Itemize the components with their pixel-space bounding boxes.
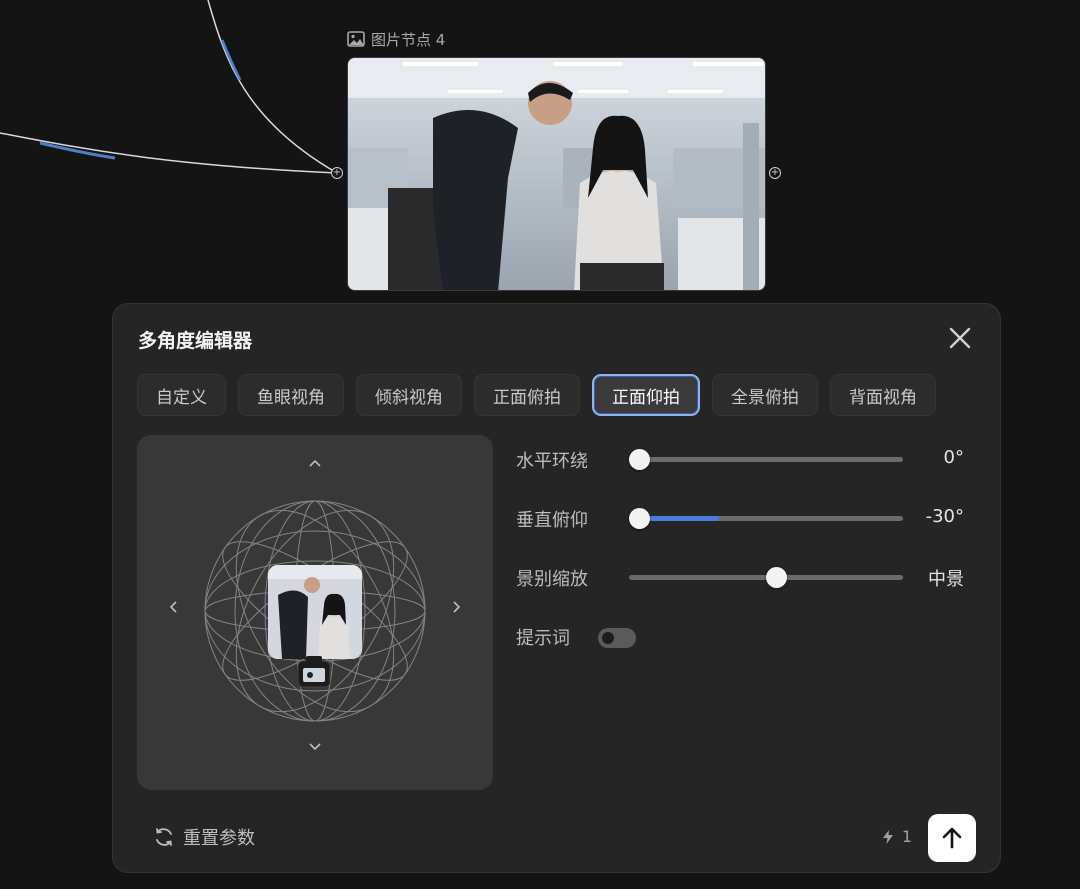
chevron-down-icon[interactable] [307, 741, 323, 753]
angle-preset-tabs: 自定义 鱼眼视角 倾斜视角 正面俯拍 正面仰拍 全景俯拍 背面视角 [137, 374, 936, 416]
tab-custom[interactable]: 自定义 [137, 374, 226, 416]
shot-zoom-control: 景别缩放 中景 [516, 561, 986, 591]
prompt-control: 提示词 [516, 620, 986, 650]
slider-knob[interactable] [766, 567, 787, 588]
image-node-preview[interactable] [347, 57, 766, 291]
lightning-icon [882, 829, 893, 844]
refresh-icon [156, 828, 172, 846]
shot-zoom-slider[interactable] [629, 567, 903, 588]
tab-front-low-angle[interactable]: 正面仰拍 [592, 374, 700, 416]
tab-back-view[interactable]: 背面视角 [830, 374, 936, 416]
vertical-pitch-label: 垂直俯仰 [516, 510, 588, 531]
reset-label: 重置参数 [183, 828, 255, 849]
image-node-header: 图片节点 4 [347, 28, 445, 50]
editor-title: 多角度编辑器 [138, 330, 253, 352]
vertical-pitch-control: 垂直俯仰 -30° [516, 502, 986, 532]
horizontal-orbit-control: 水平环绕 0° [516, 443, 986, 473]
chevron-up-icon[interactable] [307, 457, 323, 469]
input-port[interactable]: + [331, 167, 343, 179]
slider-knob[interactable] [629, 449, 650, 470]
shot-zoom-label: 景别缩放 [516, 569, 588, 590]
prompt-label: 提示词 [516, 628, 570, 649]
image-node-title: 图片节点 4 [371, 30, 446, 49]
multi-angle-editor-panel: 多角度编辑器 自定义 鱼眼视角 倾斜视角 正面俯拍 正面仰拍 全景俯拍 背面视角 [112, 303, 1001, 873]
vertical-pitch-value: -30° [925, 506, 964, 527]
arrow-up-icon [942, 827, 962, 849]
reset-params-button[interactable]: 重置参数 [153, 824, 255, 850]
subject-thumbnail [268, 565, 362, 659]
close-icon[interactable] [948, 326, 972, 350]
tab-front-high-angle[interactable]: 正面俯拍 [474, 374, 580, 416]
horizontal-orbit-slider[interactable] [629, 449, 903, 470]
tab-panoramic-high-angle[interactable]: 全景俯拍 [712, 374, 818, 416]
credit-cost: 1 [882, 827, 912, 846]
horizontal-orbit-value: 0° [943, 447, 964, 468]
horizontal-orbit-label: 水平环绕 [516, 451, 588, 472]
chevron-left-icon[interactable] [167, 599, 179, 615]
office-photo [348, 58, 765, 290]
chevron-right-icon[interactable] [451, 599, 463, 615]
tab-fisheye[interactable]: 鱼眼视角 [238, 374, 344, 416]
toggle-dot [602, 632, 614, 644]
image-icon [347, 31, 365, 47]
prompt-toggle[interactable] [598, 628, 636, 648]
shot-zoom-value: 中景 [928, 569, 964, 590]
angle-viewer[interactable] [137, 435, 493, 790]
output-port[interactable]: + [769, 167, 781, 179]
camera-icon[interactable] [295, 653, 333, 691]
slider-knob[interactable] [629, 508, 650, 529]
generate-button[interactable] [928, 814, 976, 862]
tab-tilted[interactable]: 倾斜视角 [356, 374, 462, 416]
vertical-pitch-slider[interactable] [629, 508, 903, 529]
credit-count: 1 [901, 827, 912, 846]
